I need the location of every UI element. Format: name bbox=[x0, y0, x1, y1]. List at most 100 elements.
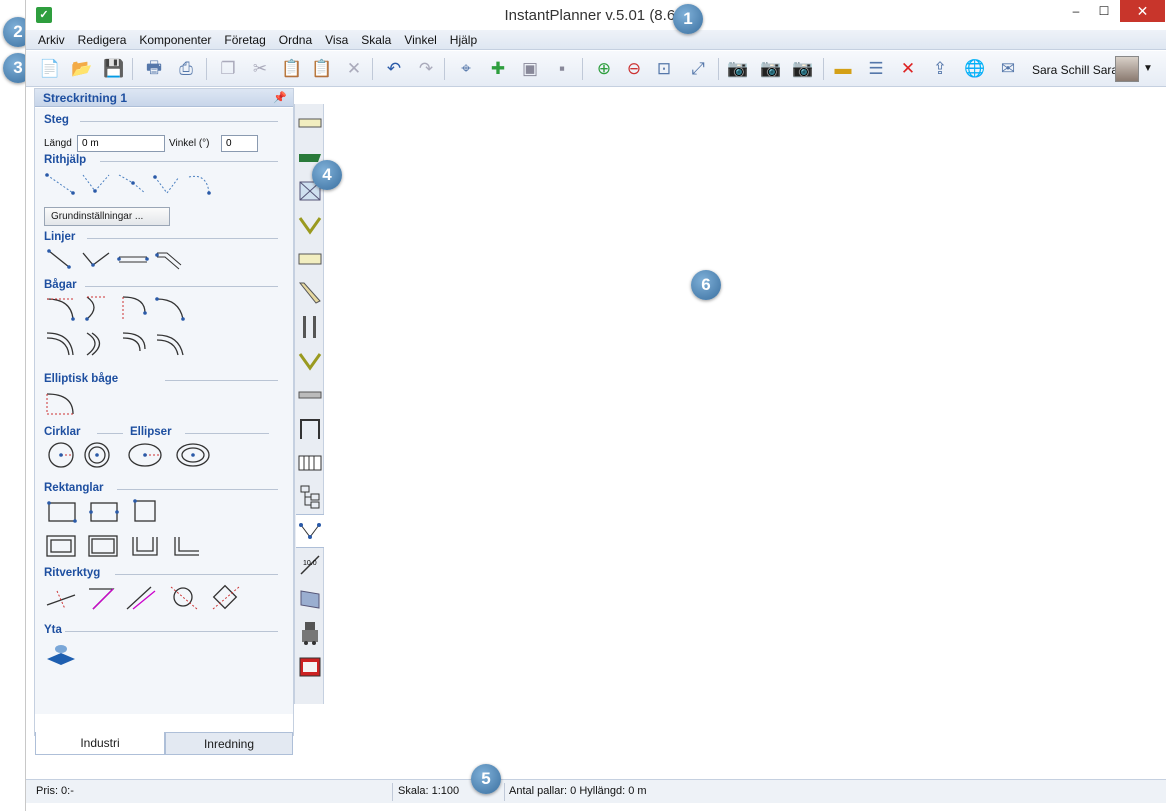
menu-visa[interactable]: Visa bbox=[325, 33, 348, 47]
add-point-icon[interactable]: ✚ bbox=[486, 57, 510, 81]
wall-component-icon[interactable] bbox=[296, 106, 324, 140]
circle-tool[interactable] bbox=[43, 441, 79, 469]
drawing-canvas[interactable] bbox=[325, 88, 1166, 778]
export-icon[interactable]: ⇪ bbox=[928, 57, 952, 81]
elliptic-arc-tool[interactable] bbox=[43, 388, 79, 416]
plane-component-icon[interactable] bbox=[296, 582, 324, 616]
frame-component-icon[interactable] bbox=[296, 412, 324, 446]
double-line-tool[interactable] bbox=[115, 245, 151, 273]
minimize-button[interactable]: – bbox=[1061, 0, 1091, 22]
guide-angle-tool[interactable] bbox=[79, 171, 115, 199]
maximize-button[interactable]: ☐ bbox=[1089, 0, 1119, 22]
paste-special-icon[interactable]: 📋 bbox=[310, 57, 334, 81]
menu-arkiv[interactable]: Arkiv bbox=[38, 33, 65, 47]
trim-tool[interactable] bbox=[43, 583, 79, 611]
keyboard-component-icon[interactable] bbox=[296, 650, 324, 684]
camera-3d-icon[interactable]: 📷 bbox=[726, 57, 750, 81]
polyline-tool[interactable] bbox=[79, 245, 115, 273]
tree-component-icon[interactable] bbox=[296, 480, 324, 514]
rectangle-tool-2[interactable] bbox=[85, 497, 121, 525]
double-arc-tool-1[interactable] bbox=[43, 329, 79, 357]
double-rectangle-tool[interactable] bbox=[43, 531, 79, 559]
new-document-icon[interactable]: 📄 bbox=[38, 57, 62, 81]
double-polyline-tool[interactable] bbox=[153, 245, 189, 273]
double-arc-tool-3[interactable] bbox=[117, 329, 153, 357]
square-tool[interactable] bbox=[127, 497, 163, 525]
double-ellipse-tool[interactable] bbox=[175, 441, 211, 469]
select-tool-icon[interactable]: ⌖ bbox=[454, 57, 478, 81]
user-name[interactable]: Sara Schill Saran bbox=[1032, 63, 1125, 77]
dimension-icon[interactable]: 10.0 bbox=[296, 548, 324, 582]
corner-component-icon[interactable] bbox=[296, 208, 324, 242]
double-arc-tool-4[interactable] bbox=[153, 329, 189, 357]
camera-render-icon[interactable]: 📷 bbox=[791, 57, 815, 81]
arc-tool-2[interactable] bbox=[79, 293, 115, 321]
surface-tool[interactable] bbox=[43, 639, 79, 667]
open-folder-icon[interactable]: 📂 bbox=[70, 57, 94, 81]
upright-component-icon[interactable] bbox=[296, 310, 324, 344]
cut-icon[interactable]: ✂ bbox=[248, 57, 272, 81]
camera-icon[interactable]: 📷 bbox=[759, 57, 783, 81]
rectangle-tool[interactable] bbox=[43, 497, 79, 525]
tab-industri[interactable]: Industri bbox=[35, 732, 165, 755]
ungroup-icon[interactable]: ▪ bbox=[550, 57, 574, 81]
menu-hjalp[interactable]: Hjälp bbox=[450, 33, 477, 47]
default-settings-button[interactable]: Grundinställningar ... bbox=[44, 207, 170, 226]
guide-arc-tool[interactable] bbox=[185, 171, 221, 199]
zoom-fit-icon[interactable]: ⤢ bbox=[686, 57, 710, 81]
angle-field[interactable] bbox=[221, 135, 258, 152]
menu-komponenter[interactable]: Komponenter bbox=[139, 33, 211, 47]
measure-icon[interactable]: ▬ bbox=[831, 57, 855, 81]
diagonal-component-icon[interactable] bbox=[296, 276, 324, 310]
u-shape-tool[interactable] bbox=[127, 531, 163, 559]
tab-inredning[interactable]: Inredning bbox=[165, 732, 293, 755]
l-shape-tool[interactable] bbox=[169, 531, 205, 559]
pin-icon[interactable]: 📌 bbox=[273, 91, 287, 104]
line-tool[interactable] bbox=[43, 245, 79, 273]
offset-tool[interactable] bbox=[123, 583, 159, 611]
chevron-down-icon[interactable]: ▼ bbox=[1143, 63, 1153, 74]
menu-foretag[interactable]: Företag bbox=[224, 33, 265, 47]
arc-tool-1[interactable] bbox=[43, 293, 79, 321]
paste-icon[interactable]: 📋 bbox=[280, 57, 304, 81]
menu-skala[interactable]: Skala bbox=[361, 33, 391, 47]
drawing-tool-tab-icon[interactable] bbox=[296, 514, 324, 548]
delete-icon[interactable]: ✕ bbox=[342, 57, 366, 81]
undo-icon[interactable]: ↶ bbox=[382, 57, 406, 81]
machine-component-icon[interactable] bbox=[296, 616, 324, 650]
menu-redigera[interactable]: Redigera bbox=[78, 33, 127, 47]
remove-red-icon[interactable]: ✕ bbox=[896, 57, 920, 81]
print-icon[interactable]: 🖶 bbox=[142, 57, 166, 81]
v-component-icon[interactable] bbox=[296, 344, 324, 378]
notifications-icon[interactable]: ✉ bbox=[996, 57, 1020, 81]
group-icon[interactable]: ▣ bbox=[518, 57, 542, 81]
double-arc-tool-2[interactable] bbox=[79, 329, 115, 357]
guide-polyline-tool[interactable] bbox=[115, 171, 151, 199]
ellipse-tool[interactable] bbox=[127, 441, 163, 469]
panel-component-icon[interactable] bbox=[296, 242, 324, 276]
length-field[interactable] bbox=[77, 135, 165, 152]
close-button[interactable]: ✕ bbox=[1120, 0, 1165, 22]
menu-vinkel[interactable]: Vinkel bbox=[404, 33, 436, 47]
arc-tool-3[interactable] bbox=[117, 293, 153, 321]
double-rectangle-tool-2[interactable] bbox=[85, 531, 121, 559]
save-icon[interactable]: 💾 bbox=[102, 57, 126, 81]
print-preview-icon[interactable]: ⎙ bbox=[174, 57, 198, 81]
redo-icon[interactable]: ↷ bbox=[414, 57, 438, 81]
zoom-in-icon[interactable]: ⊕ bbox=[592, 57, 616, 81]
mirror-tool[interactable] bbox=[167, 583, 203, 611]
guide-v-tool[interactable] bbox=[151, 171, 187, 199]
copy-icon[interactable]: ❐ bbox=[216, 57, 240, 81]
menu-ordna[interactable]: Ordna bbox=[279, 33, 312, 47]
rack-component-icon[interactable] bbox=[296, 446, 324, 480]
beam-component-icon[interactable] bbox=[296, 378, 324, 412]
guide-line-tool[interactable] bbox=[43, 171, 79, 199]
avatar[interactable] bbox=[1115, 56, 1139, 82]
extend-tool[interactable] bbox=[83, 583, 119, 611]
list-icon[interactable]: ☰ bbox=[864, 57, 888, 81]
web-icon[interactable]: 🌐 bbox=[963, 57, 987, 81]
rotate-tool[interactable] bbox=[209, 583, 245, 611]
zoom-window-icon[interactable]: ⊡ bbox=[652, 57, 676, 81]
arc-tool-4[interactable] bbox=[153, 293, 189, 321]
zoom-out-icon[interactable]: ⊖ bbox=[622, 57, 646, 81]
